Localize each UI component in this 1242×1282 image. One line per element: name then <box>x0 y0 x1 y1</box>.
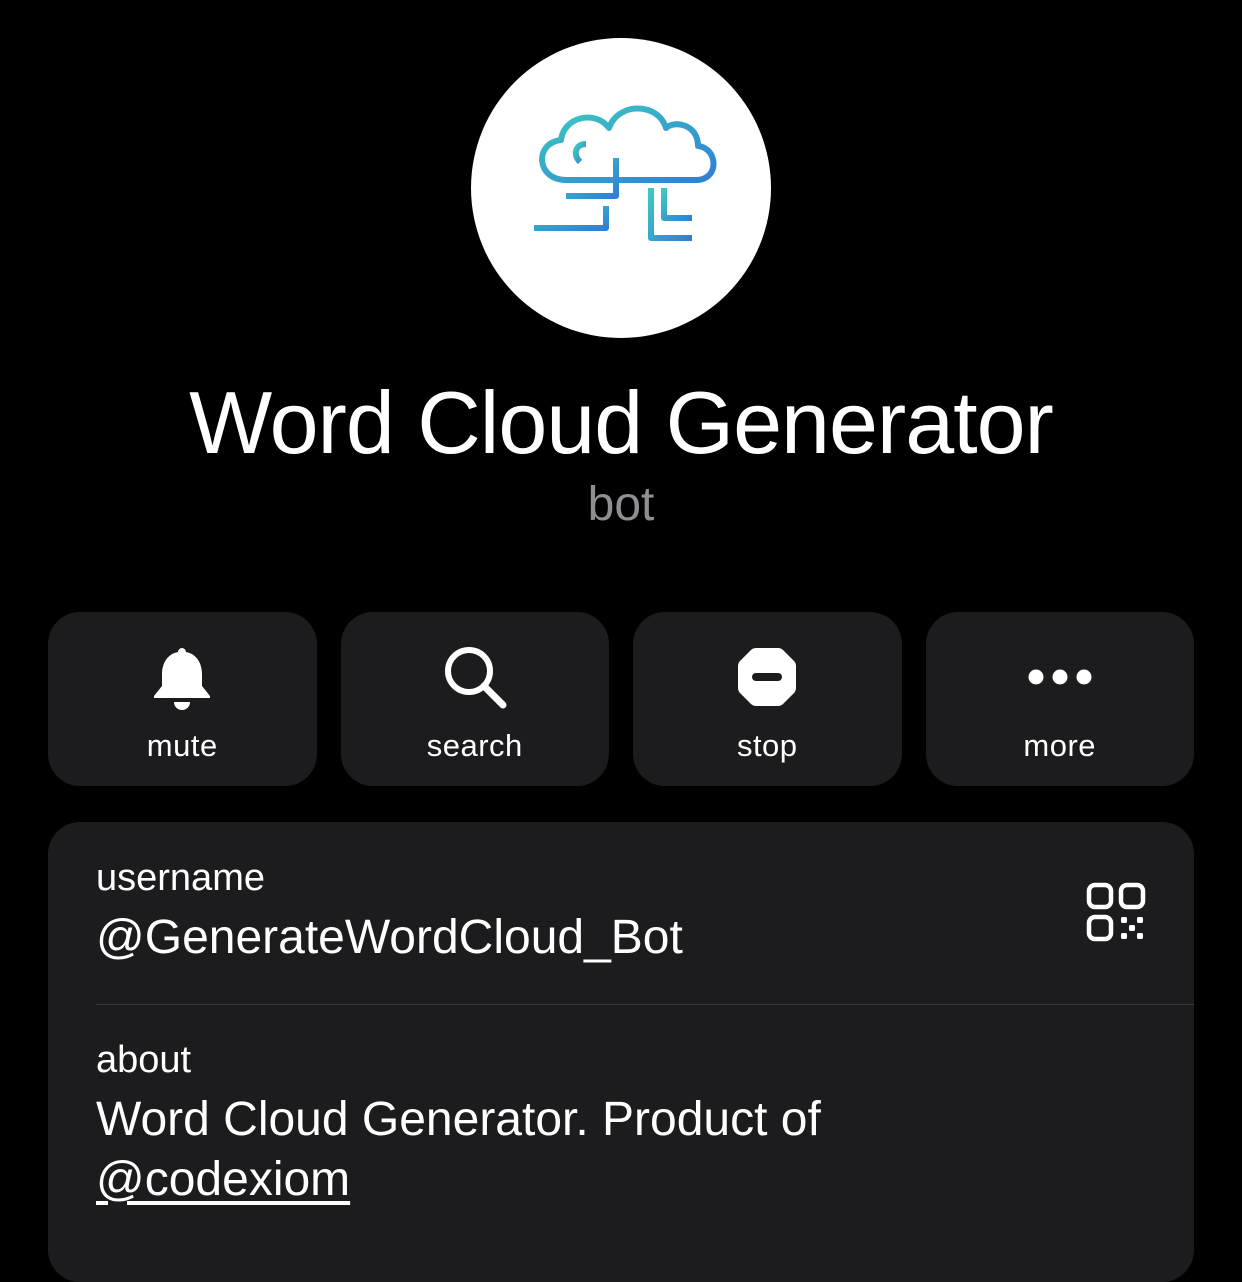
about-row: about Word Cloud Generator. Product of @… <box>96 1036 1146 1210</box>
info-card: username @GenerateWordCloud_Bot about Wo… <box>48 822 1194 1282</box>
username-label: username <box>96 857 265 899</box>
magnifier-icon <box>440 642 510 712</box>
bell-icon <box>147 642 217 712</box>
mute-label: mute <box>146 728 218 763</box>
username-row[interactable]: username @GenerateWordCloud_Bot <box>96 854 1146 1004</box>
about-text: Word Cloud Generator. Product of @codexi… <box>96 1090 1146 1210</box>
about-link[interactable]: @codexiom <box>96 1153 350 1206</box>
profile-name: Word Cloud Generator <box>189 373 1054 472</box>
stop-button[interactable]: stop <box>633 612 902 786</box>
search-button[interactable]: search <box>340 612 609 786</box>
about-description: Word Cloud Generator. Product of <box>96 1093 821 1146</box>
divider <box>96 1004 1194 1005</box>
avatar[interactable] <box>471 38 771 338</box>
more-button[interactable]: more <box>925 612 1194 786</box>
username-value[interactable]: @GenerateWordCloud_Bot <box>96 908 1146 968</box>
more-label: more <box>1023 728 1097 763</box>
about-label: about <box>96 1039 192 1081</box>
cloud-circuit-logo-icon <box>534 105 717 270</box>
stop-sign-icon <box>732 642 802 712</box>
search-label: search <box>426 728 523 763</box>
stop-label: stop <box>736 728 798 763</box>
ellipsis-icon <box>1025 642 1095 712</box>
action-bar: mute search stop more <box>48 612 1194 786</box>
qr-code-icon[interactable] <box>1086 882 1146 942</box>
mute-button[interactable]: mute <box>48 612 317 786</box>
profile-type: bot <box>587 478 655 531</box>
